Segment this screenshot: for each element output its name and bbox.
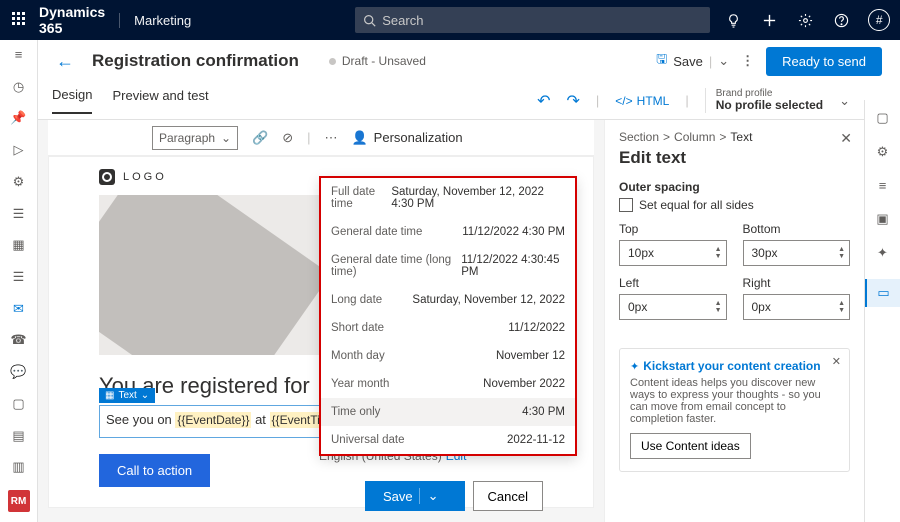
cancel-format-button[interactable]: Cancel <box>473 481 543 511</box>
back-button[interactable]: ← <box>56 51 74 72</box>
app-launcher-icon[interactable] <box>12 12 25 28</box>
spacing-top-input[interactable]: 10px▲▼ <box>619 240 727 266</box>
label-right: Right <box>743 276 851 290</box>
ready-to-send-button[interactable]: Ready to send <box>766 47 882 76</box>
library-icon[interactable]: ▤ <box>10 427 28 445</box>
play-icon[interactable]: ▷ <box>10 141 28 159</box>
format-option[interactable]: Month dayNovember 12 <box>321 342 575 370</box>
unlink-icon[interactable]: ⊘ <box>282 130 293 146</box>
lightbulb-icon[interactable] <box>724 11 742 29</box>
assets-icon[interactable]: ▥ <box>10 459 28 477</box>
layers-icon[interactable]: ▢ <box>876 110 888 126</box>
hamburger-icon[interactable]: ≡ <box>10 46 28 64</box>
properties-panel: Section>Column>Text ✕ Edit text Outer sp… <box>604 120 864 522</box>
segments-icon[interactable]: ☰ <box>10 205 28 223</box>
right-rail: ▢ ⚙ ≡ ▣ ✦ ▭ <box>864 100 900 522</box>
format-option[interactable]: General date time (long time)11/12/2022 … <box>321 246 575 286</box>
use-content-ideas-button[interactable]: Use Content ideas <box>630 433 751 459</box>
chevron-down-icon[interactable]: ⌄ <box>839 93 850 109</box>
label-bottom: Bottom <box>743 222 851 236</box>
format-option[interactable]: Short date11/12/2022 <box>321 314 575 342</box>
breadcrumb[interactable]: Section>Column>Text <box>619 130 850 144</box>
paragraph-selector[interactable]: Paragraph⌄ <box>152 126 238 150</box>
tasks-icon[interactable]: ☰ <box>10 268 28 286</box>
header-actions: # <box>724 9 890 31</box>
date-format-dropdown[interactable]: Full date timeSaturday, November 12, 202… <box>319 176 577 456</box>
block-tag[interactable]: ▦ Text ⌄ <box>99 388 155 403</box>
calendar-icon[interactable]: ▦ <box>10 236 28 254</box>
content-ideas-tip: ✕ ✦Kickstart your content creation Conte… <box>619 348 850 472</box>
format-option[interactable]: General date time11/12/2022 4:30 PM <box>321 218 575 246</box>
undo-button[interactable]: ↶ <box>537 91 550 111</box>
page-title: Registration confirmation <box>92 51 299 71</box>
chat-icon[interactable]: 💬 <box>10 363 28 381</box>
journey-icon[interactable]: ⚙ <box>10 173 28 191</box>
plus-icon[interactable] <box>760 11 778 29</box>
command-bar: ← Registration confirmation Draft - Unsa… <box>38 40 900 82</box>
search-icon <box>363 14 376 27</box>
panel-title: Edit text <box>619 148 850 168</box>
spacing-right-input[interactable]: 0px▲▼ <box>743 294 851 320</box>
label-top: Top <box>619 222 727 236</box>
properties-tab-icon[interactable]: ▭ <box>865 279 900 307</box>
personalization-button[interactable]: 👤Personalization <box>351 130 462 146</box>
person-icon: 👤 <box>351 130 367 146</box>
search-input[interactable]: Search <box>355 7 710 33</box>
tab-preview[interactable]: Preview and test <box>112 88 208 113</box>
form-icon[interactable]: ▢ <box>10 395 28 413</box>
format-option[interactable]: Long dateSaturday, November 12, 2022 <box>321 286 575 314</box>
phone-icon[interactable]: ☎ <box>10 332 28 350</box>
chevron-down-icon[interactable]: ⌄ <box>718 53 729 69</box>
section-outer-spacing: Outer spacing <box>619 180 850 194</box>
spacing-left-input[interactable]: 0px▲▼ <box>619 294 727 320</box>
clock-icon[interactable]: ◷ <box>10 78 28 96</box>
redo-button[interactable]: ↷ <box>567 91 580 111</box>
settings-icon[interactable]: ⚙ <box>877 144 889 160</box>
label-left: Left <box>619 276 727 290</box>
save-icon: 🖫 <box>656 50 667 72</box>
email-icon[interactable]: ✉ <box>10 300 28 318</box>
equal-sides-checkbox[interactable]: Set equal for all sides <box>619 198 850 212</box>
logo-icon <box>99 169 115 185</box>
cta-button[interactable]: Call to action <box>99 454 210 487</box>
left-nav-rail: ≡ ◷ 📌 ▷ ⚙ ☰ ▦ ☰ ✉ ☎ 💬 ▢ ▤ ▥ RM <box>0 40 38 522</box>
format-option[interactable]: Universal date2022-11-12 <box>321 426 575 454</box>
close-icon[interactable]: ✕ <box>840 130 852 147</box>
link-icon[interactable]: 🔗 <box>252 130 268 146</box>
spacing-bottom-input[interactable]: 30px▲▼ <box>743 240 851 266</box>
close-icon[interactable]: ✕ <box>832 355 841 368</box>
token-event-date[interactable]: {{EventDate}} <box>175 412 251 428</box>
ideas-icon[interactable]: ✦ <box>877 245 888 261</box>
tab-bar: Design Preview and test ↶ ↷ | </>HTML | … <box>38 82 864 120</box>
save-button[interactable]: 🖫Save|⌄ <box>656 50 729 72</box>
record-status: Draft - Unsaved <box>329 54 426 68</box>
align-icon[interactable]: ≡ <box>879 178 887 193</box>
format-option[interactable]: Full date timeSaturday, November 12, 202… <box>321 178 575 218</box>
status-dot-icon <box>329 58 336 65</box>
tab-design[interactable]: Design <box>52 87 92 114</box>
more-toolbar-icon[interactable]: ⋯ <box>324 130 337 146</box>
module-name: Marketing <box>119 13 191 28</box>
more-commands-button[interactable]: ⋮ <box>741 53 754 69</box>
pin-icon[interactable]: 📌 <box>10 109 28 127</box>
product-name: Dynamics 365 <box>39 4 105 36</box>
gear-icon[interactable] <box>796 11 814 29</box>
image-icon[interactable]: ▣ <box>876 211 888 227</box>
save-format-button[interactable]: Save⌄ <box>365 481 465 511</box>
brand-profile-selector[interactable]: Brand profileNo profile selected <box>705 88 823 112</box>
user-avatar[interactable]: # <box>868 9 890 31</box>
sparkle-icon: ✦ <box>630 361 639 373</box>
code-icon: </> <box>615 94 632 108</box>
format-option[interactable]: Year monthNovember 2022 <box>321 370 575 398</box>
global-header: Dynamics 365 Marketing Search # <box>0 0 900 40</box>
persona-badge[interactable]: RM <box>8 490 30 512</box>
editor-toolbar: Paragraph⌄ 🔗 ⊘ | ⋯ 👤Personalization <box>48 120 594 156</box>
help-icon[interactable] <box>832 11 850 29</box>
format-option[interactable]: Time only4:30 PM <box>321 398 575 426</box>
search-placeholder: Search <box>382 13 423 28</box>
chevron-down-icon: ⌄ <box>419 488 447 504</box>
html-toggle[interactable]: </>HTML <box>615 94 669 108</box>
